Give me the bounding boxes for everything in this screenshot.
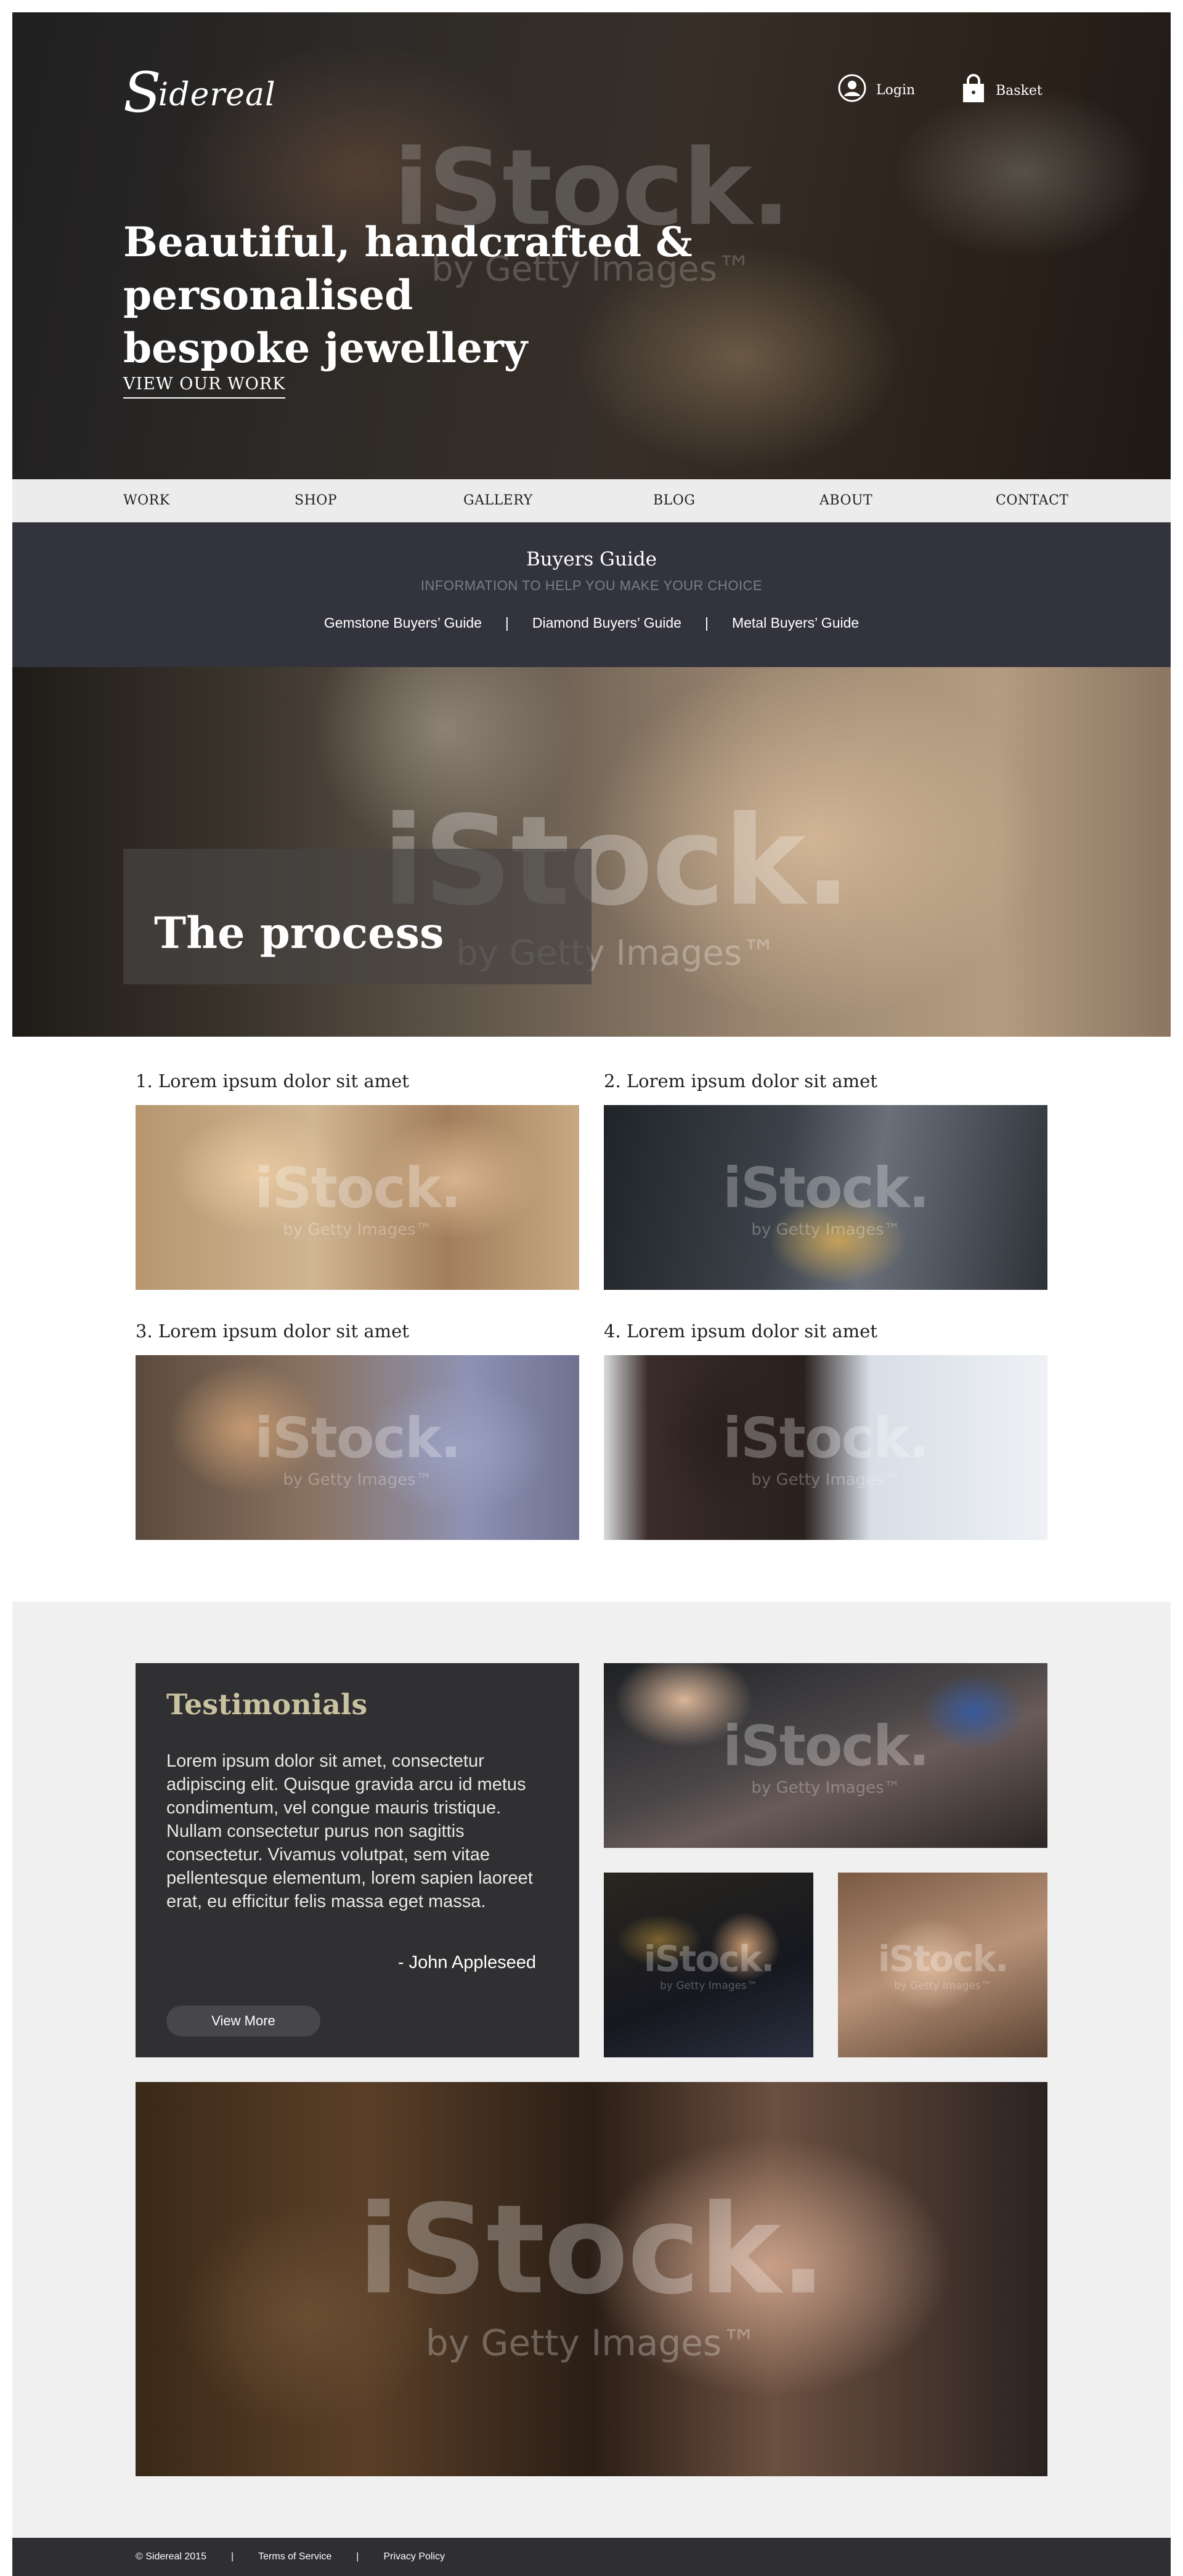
step-4-label: 4. Lorem ipsum dolor sit amet — [604, 1321, 877, 1342]
testimonials-title: Testimonials — [166, 1688, 368, 1721]
nav-item-about[interactable]: ABOUT — [819, 479, 872, 522]
gemstone-guide-link[interactable]: Gemstone Buyers’ Guide — [324, 615, 482, 631]
watermark: iStock. by Getty Images™ — [723, 1406, 930, 1489]
process-title-panel: The process — [123, 849, 592, 984]
footer-separator: | — [356, 2551, 359, 2562]
process-title: The process — [154, 907, 444, 958]
login-label: Login — [876, 82, 916, 98]
brand-logo[interactable]: Sidereal — [123, 60, 276, 125]
nav-item-blog[interactable]: BLOG — [653, 479, 695, 522]
link-separator: | — [505, 615, 509, 631]
view-more-button[interactable]: View More — [166, 2006, 320, 2036]
watermark: iStock. by Getty Images™ — [723, 1156, 930, 1239]
process-image: iStock. by Getty Images™ The process — [12, 667, 1171, 1037]
privacy-link[interactable]: Privacy Policy — [383, 2551, 445, 2562]
terms-link[interactable]: Terms of Service — [258, 2551, 331, 2562]
testimonial-card: Testimonials Lorem ipsum dolor sit amet,… — [136, 1663, 579, 2057]
nav-item-shop[interactable]: SHOP — [295, 479, 337, 522]
gallery-image-2[interactable]: iStock. by Getty Images™ — [604, 1873, 813, 2057]
step-1-label: 1. Lorem ipsum dolor sit amet — [136, 1071, 409, 1092]
hero-title: Beautiful, handcrafted & personalised be… — [123, 218, 693, 372]
step-4-image[interactable]: iStock. by Getty Images™ — [604, 1355, 1047, 1540]
view-our-work-link[interactable]: VIEW OUR WORK — [123, 375, 286, 399]
hero-image: iStock. by Getty Images™ Sidereal Login … — [12, 12, 1171, 479]
buyers-guide-title: Buyers Guide — [526, 548, 657, 570]
watermark: iStock. by Getty Images™ — [254, 1156, 461, 1239]
copyright-text: © Sidereal 2015 — [136, 2551, 206, 2562]
watermark: iStock. by Getty Images™ — [723, 1714, 930, 1797]
watermark: iStock. by Getty Images™ — [357, 2178, 826, 2364]
step-2-label: 2. Lorem ipsum dolor sit amet — [604, 1071, 877, 1092]
footer-separator: | — [230, 2551, 234, 2562]
diamond-guide-link[interactable]: Diamond Buyers’ Guide — [532, 615, 681, 631]
nav-item-work[interactable]: WORK — [123, 479, 170, 522]
step-2-image[interactable]: iStock. by Getty Images™ — [604, 1105, 1047, 1290]
watermark: iStock. by Getty Images™ — [254, 1406, 461, 1489]
nav-item-gallery[interactable]: GALLERY — [463, 479, 533, 522]
workshop-image: iStock. by Getty Images™ — [136, 2082, 1047, 2476]
watermark: iStock. by Getty Images™ — [877, 1938, 1009, 1992]
footer: © Sidereal 2015 | Terms of Service | Pri… — [12, 2538, 1171, 2576]
buyers-guide-section: Buyers Guide INFORMATION TO HELP YOU MAK… — [12, 522, 1171, 667]
step-3-label: 3. Lorem ipsum dolor sit amet — [136, 1321, 409, 1342]
user-circle-icon — [838, 74, 866, 106]
link-separator: | — [704, 615, 709, 631]
gallery-image-3[interactable]: iStock. by Getty Images™ — [838, 1873, 1047, 2057]
login-link[interactable]: Login — [838, 74, 915, 106]
testimonial-author: - John Appleseed — [397, 1953, 536, 1972]
testimonial-text: Lorem ipsum dolor sit amet, consectetur … — [166, 1751, 533, 1911]
buyers-guide-subtitle: INFORMATION TO HELP YOU MAKE YOUR CHOICE — [420, 578, 763, 593]
buyers-guide-links: Gemstone Buyers’ Guide | Diamond Buyers’… — [12, 615, 1171, 631]
step-3-image[interactable]: iStock. by Getty Images™ — [136, 1355, 579, 1540]
main-nav: WORK SHOP GALLERY BLOG ABOUT CONTACT — [12, 479, 1171, 522]
nav-item-contact[interactable]: CONTACT — [996, 479, 1068, 522]
metal-guide-link[interactable]: Metal Buyers’ Guide — [732, 615, 859, 631]
basket-link[interactable]: Basket — [961, 74, 1043, 107]
shopping-bag-icon — [961, 74, 986, 107]
watermark: iStock. by Getty Images™ — [643, 1938, 774, 1992]
basket-label: Basket — [996, 83, 1043, 99]
page: iStock. by Getty Images™ Sidereal Login … — [12, 12, 1171, 2576]
gallery-image-1[interactable]: iStock. by Getty Images™ — [604, 1663, 1047, 1848]
step-1-image[interactable]: iStock. by Getty Images™ — [136, 1105, 579, 1290]
